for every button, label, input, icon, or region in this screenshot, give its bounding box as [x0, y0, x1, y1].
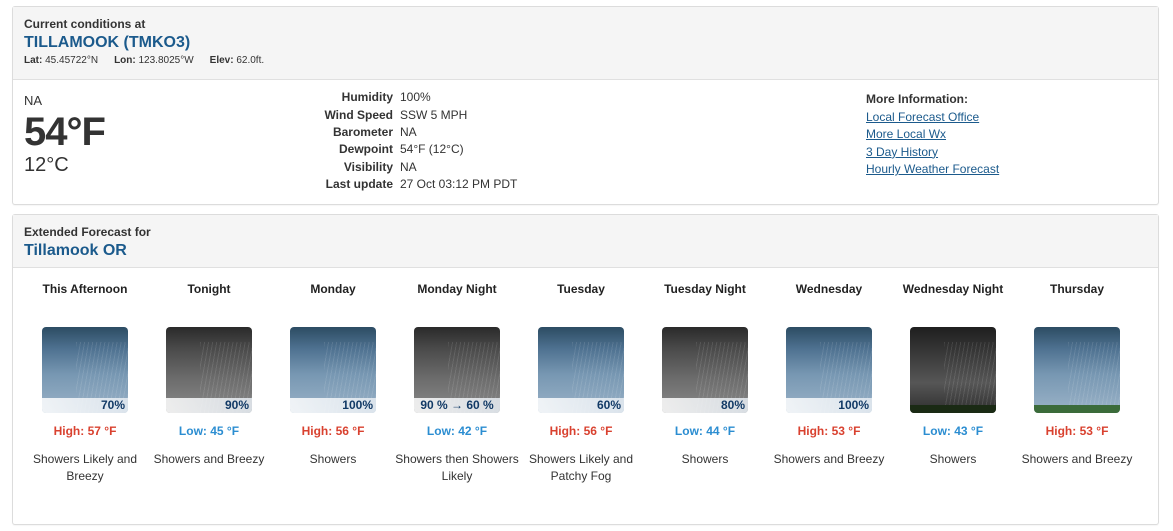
more-information-title: More Information: [866, 92, 968, 106]
detail-row-wind-speed: Wind Speed SSW 5 MPH [243, 107, 517, 124]
period-temp: Low: 43 °F [922, 424, 984, 438]
period-description: Showers [309, 452, 357, 466]
link-local-forecast-office[interactable]: Local Forecast Office [866, 109, 999, 126]
detail-value: 27 Oct 03:12 PM PDT [400, 177, 518, 192]
station-coordinates: Lat: 45.45722°N Lon: 123.8025°W Elev: 62.0… [24, 55, 1147, 66]
detail-value: NA [400, 124, 417, 139]
forecast-location: Tillamook OR [24, 242, 127, 259]
link-more-local-wx[interactable]: More Local Wx [866, 126, 999, 143]
current-temp-f: 54°F [24, 110, 106, 154]
extended-forecast-header: Extended Forecast for Tillamook OR [13, 215, 1158, 268]
period-name: Tonight [187, 282, 231, 296]
period-description: Showers and Breezy [1021, 452, 1133, 466]
extended-forecast-label: Extended Forecast for [24, 225, 151, 239]
precip-chance: 100% [786, 398, 872, 413]
current-temperature-block: NA 54°F 12°C [24, 93, 106, 176]
showers-day-icon[interactable]: 70% [42, 327, 128, 413]
precip-chance: 90 % → 60 % [414, 398, 500, 413]
forecast-period: Tuesday 60% High: 56 °F Showers Likely a… [519, 281, 643, 485]
current-conditions-panel: Current conditions at TILLAMOOK (TMKO3) … [12, 6, 1159, 205]
detail-value: 54°F (12°C) [400, 142, 464, 157]
period-name: Monday [310, 282, 356, 296]
forecast-period: This Afternoon 70% High: 57 °F Showers L… [23, 281, 147, 485]
period-name: This Afternoon [42, 282, 128, 296]
forecast-periods: This Afternoon 70% High: 57 °F Showers L… [23, 281, 1148, 511]
period-name: Wednesday [795, 282, 863, 296]
period-temp: Low: 42 °F [426, 424, 488, 438]
showers-day-icon[interactable]: 100% [290, 327, 376, 413]
forecast-period: Wednesday Night Low: 43 °F Showers [891, 281, 1015, 468]
current-temp-c: 12°C [24, 154, 69, 176]
more-information: More Information: Local Forecast Office … [866, 92, 999, 179]
lat-value: 45.45722°N [45, 55, 99, 66]
period-name: Wednesday Night [902, 282, 1004, 296]
forecast-period: Thursday High: 53 °F Showers and Breezy [1015, 281, 1139, 468]
detail-row-last-update: Last update 27 Oct 03:12 PM PDT [243, 177, 518, 194]
precip-chance: 70% [42, 398, 128, 413]
period-name: Thursday [1049, 282, 1104, 296]
precip-chance: 90% [166, 398, 252, 413]
forecast-period: Monday Night 90 % → 60 % Low: 42 °F Show… [395, 281, 519, 485]
lat-label: Lat: [24, 55, 43, 66]
showers-day-icon[interactable]: 60% [538, 327, 624, 413]
period-name: Tuesday Night [664, 282, 746, 296]
current-conditions-label: Current conditions at [24, 17, 146, 31]
detail-value: SSW 5 MPH [400, 107, 468, 122]
period-description: Showers Likely and Patchy Fog [528, 452, 634, 483]
detail-label: Wind Speed [324, 107, 393, 122]
period-temp: High: 53 °F [1045, 424, 1109, 438]
period-description: Showers and Breezy [153, 452, 265, 466]
detail-row-humidity: Humidity 100% [243, 90, 517, 107]
extended-forecast-panel: Extended Forecast for Tillamook OR This … [12, 214, 1159, 525]
elev-value: 62.0ft. [236, 55, 265, 66]
showers-day-icon[interactable]: 100% [786, 327, 872, 413]
period-description: Showers and Breezy [773, 452, 885, 466]
showers-night-icon[interactable]: 80% [662, 327, 748, 413]
period-temp: High: 56 °F [549, 424, 613, 438]
current-details-table: Humidity 100% Wind Speed SSW 5 MPH Barom… [243, 90, 517, 194]
forecast-period: Tonight 90% Low: 45 °F Showers and Breez… [147, 281, 271, 468]
detail-row-barometer: Barometer NA [243, 125, 517, 142]
showers-night-icon[interactable]: 90 % → 60 % [414, 327, 500, 413]
link-3-day-history[interactable]: 3 Day History [866, 144, 999, 161]
period-temp: Low: 45 °F [178, 424, 240, 438]
link-hourly-weather-forecast[interactable]: Hourly Weather Forecast [866, 161, 999, 178]
forecast-period: Monday 100% High: 56 °F Showers [271, 281, 395, 468]
period-temp: High: 56 °F [301, 424, 365, 438]
precip-chance: 80% [662, 398, 748, 413]
detail-label: Last update [325, 177, 393, 192]
lon-label: Lon: [114, 55, 136, 66]
rain-day-icon[interactable] [1034, 327, 1120, 413]
period-description: Showers [681, 452, 729, 466]
showers-night-icon[interactable]: 90% [166, 327, 252, 413]
detail-row-dewpoint: Dewpoint 54°F (12°C) [243, 142, 517, 159]
detail-label: Dewpoint [339, 142, 393, 157]
period-description: Showers Likely and Breezy [32, 452, 138, 483]
period-temp: Low: 44 °F [674, 424, 736, 438]
forecast-period: Wednesday 100% High: 53 °F Showers and B… [767, 281, 891, 468]
period-description: Showers [929, 452, 977, 466]
current-conditions-header: Current conditions at TILLAMOOK (TMKO3) … [13, 7, 1158, 80]
detail-label: Visibility [343, 159, 393, 174]
rain-night-icon[interactable] [910, 327, 996, 413]
detail-value: NA [400, 159, 417, 174]
detail-label: Barometer [332, 124, 393, 139]
period-temp: High: 57 °F [53, 424, 117, 438]
elev-label: Elev: [209, 55, 234, 66]
period-name: Monday Night [417, 282, 497, 296]
period-name: Tuesday [557, 282, 605, 296]
lon-value: 123.8025°W [138, 55, 194, 66]
period-temp: High: 53 °F [797, 424, 861, 438]
detail-label: Humidity [341, 90, 393, 105]
current-summary: NA [24, 93, 43, 108]
detail-value: 100% [400, 90, 431, 105]
precip-chance: 100% [290, 398, 376, 413]
period-description: Showers then Showers Likely [395, 452, 519, 483]
detail-row-visibility: Visibility NA [243, 160, 517, 177]
forecast-period: Tuesday Night 80% Low: 44 °F Showers [643, 281, 767, 468]
station-name: TILLAMOOK (TMKO3) [24, 34, 191, 51]
precip-chance: 60% [538, 398, 624, 413]
